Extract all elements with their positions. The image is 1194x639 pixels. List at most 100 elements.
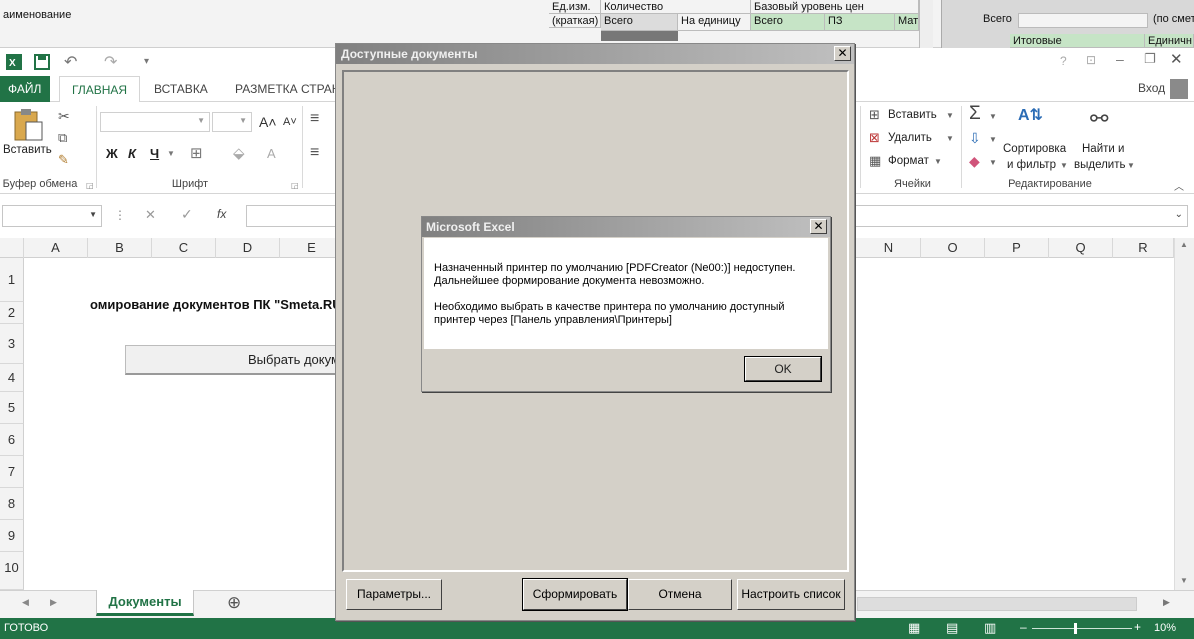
row-header-3[interactable]: 3 xyxy=(0,324,24,364)
format-dropdown-icon[interactable]: ▼ xyxy=(934,157,942,166)
clear-icon[interactable]: ◆ xyxy=(969,153,980,170)
sign-in-link[interactable]: Вход xyxy=(1138,81,1165,95)
column-header-a[interactable]: A xyxy=(24,238,88,258)
font-name-dropdown[interactable]: ▼ xyxy=(100,112,210,132)
sort-filter-icon[interactable]: A⇅ xyxy=(1018,105,1043,125)
paste-icon[interactable] xyxy=(12,108,44,142)
row-header-7[interactable]: 7 xyxy=(0,456,24,488)
add-sheet-icon[interactable]: ⊕ xyxy=(227,593,241,613)
row-header-9[interactable]: 9 xyxy=(0,520,24,552)
clipboard-launcher-icon[interactable]: ◲ xyxy=(86,181,94,190)
row-header-8[interactable]: 8 xyxy=(0,488,24,520)
format-cells-button[interactable]: Формат xyxy=(888,155,929,167)
underline-dropdown-icon[interactable]: ▼ xyxy=(167,149,175,158)
autosum-dropdown-icon[interactable]: ▼ xyxy=(989,112,997,121)
ok-button[interactable]: OK xyxy=(744,356,822,382)
prev-sheet-icon[interactable]: ◀ xyxy=(22,597,29,608)
find-select-line2[interactable]: выделить xyxy=(1074,159,1126,171)
generate-button[interactable]: Сформировать xyxy=(522,578,628,611)
sort-filter-line2[interactable]: и фильтр xyxy=(1007,159,1056,171)
column-header-p[interactable]: P xyxy=(985,238,1049,258)
zoom-slider[interactable] xyxy=(1032,628,1132,629)
format-cells-icon[interactable]: ▦ xyxy=(869,153,881,169)
grow-font-icon[interactable]: A˄ xyxy=(259,114,277,130)
column-header-d[interactable]: D xyxy=(216,238,280,258)
font-color-icon[interactable]: A xyxy=(267,146,276,161)
fill-color-icon[interactable]: ⬙ xyxy=(233,144,245,162)
avatar[interactable] xyxy=(1170,79,1188,99)
row-header-5[interactable]: 5 xyxy=(0,392,24,424)
scroll-right-icon[interactable]: ▶ xyxy=(1163,597,1170,608)
row-header-10[interactable]: 10 xyxy=(0,552,24,590)
dialog-close-button[interactable]: ✕ xyxy=(834,46,851,61)
autosum-icon[interactable]: Σ xyxy=(969,103,981,125)
ribbon-display-icon[interactable]: ⊡ xyxy=(1086,53,1096,67)
copy-icon[interactable]: ⧉ xyxy=(58,130,67,146)
undo-icon[interactable]: ↶ xyxy=(64,52,77,72)
close-window-icon[interactable]: ✕ xyxy=(1170,50,1183,68)
align-left-icon[interactable]: ≡ xyxy=(310,144,319,162)
sort-dropdown-icon[interactable]: ▼ xyxy=(1060,161,1068,170)
column-header-r[interactable]: R xyxy=(1113,238,1174,258)
cancel-button[interactable]: Отмена xyxy=(628,579,732,610)
message-box-close-button[interactable]: ✕ xyxy=(810,219,827,234)
insert-cells-button[interactable]: Вставить xyxy=(888,109,937,121)
find-select-icon[interactable]: ⚯ xyxy=(1090,106,1108,132)
column-header-c[interactable]: C xyxy=(152,238,216,258)
zoom-slider-thumb[interactable] xyxy=(1074,623,1077,634)
row-header-6[interactable]: 6 xyxy=(0,424,24,456)
cut-icon[interactable]: ✂ xyxy=(58,108,70,125)
fill-icon[interactable]: ⇩ xyxy=(969,130,981,147)
row-header-2[interactable]: 2 xyxy=(0,302,24,324)
tab-insert[interactable]: ВСТАВКА xyxy=(142,76,220,102)
zoom-out-icon[interactable]: – xyxy=(1020,620,1027,634)
maximize-icon[interactable]: ❐ xyxy=(1144,51,1156,67)
paste-button[interactable]: Вставить xyxy=(3,144,52,156)
parameters-button[interactable]: Параметры... xyxy=(346,579,442,610)
column-header-n[interactable]: N xyxy=(857,238,921,258)
minimize-icon[interactable]: – xyxy=(1116,51,1124,67)
tab-page-layout[interactable]: РАЗМЕТКА СТРАН xyxy=(223,76,352,102)
font-size-dropdown[interactable]: ▼ xyxy=(212,112,252,132)
zoom-in-icon[interactable]: + xyxy=(1134,620,1141,634)
tab-file[interactable]: ФАЙЛ xyxy=(0,76,50,102)
zoom-level[interactable]: 10% xyxy=(1154,622,1176,634)
insert-function-icon[interactable]: fx xyxy=(217,207,226,221)
formula-options-icon[interactable]: ⋮ xyxy=(114,208,126,222)
help-icon[interactable]: ? xyxy=(1060,54,1067,68)
column-header-q[interactable]: Q xyxy=(1049,238,1113,258)
configure-list-button[interactable]: Настроить список xyxy=(737,579,845,610)
page-break-view-icon[interactable]: ▥ xyxy=(984,620,996,636)
customize-toolbar-icon[interactable]: ▾ xyxy=(144,56,149,67)
find-select-line1[interactable]: Найти и xyxy=(1082,143,1124,155)
column-header-o[interactable]: O xyxy=(921,238,985,258)
column-header-b[interactable]: B xyxy=(88,238,152,258)
delete-cells-icon[interactable]: ⊠ xyxy=(869,130,880,146)
bold-button[interactable]: Ж xyxy=(106,146,118,161)
format-painter-icon[interactable]: ✎ xyxy=(58,152,69,168)
scroll-up-icon[interactable]: ▲ xyxy=(1180,240,1188,249)
sort-filter-line1[interactable]: Сортировка xyxy=(1003,143,1066,155)
fill-dropdown-icon[interactable]: ▼ xyxy=(989,135,997,144)
scroll-down-icon[interactable]: ▼ xyxy=(1180,576,1188,585)
delete-cells-button[interactable]: Удалить xyxy=(888,132,932,144)
sheet-tab-documents[interactable]: Документы xyxy=(96,590,194,616)
bg-scrollbar[interactable] xyxy=(919,0,933,48)
name-box[interactable]: ▼ xyxy=(2,205,102,227)
clear-dropdown-icon[interactable]: ▼ xyxy=(989,158,997,167)
collapse-ribbon-icon[interactable]: ︿ xyxy=(1174,178,1184,193)
delete-dropdown-icon[interactable]: ▼ xyxy=(946,134,954,143)
normal-view-icon[interactable]: ▦ xyxy=(908,620,920,636)
align-top-icon[interactable]: ≡ xyxy=(310,110,319,128)
insert-dropdown-icon[interactable]: ▼ xyxy=(946,111,954,120)
borders-icon[interactable]: ⊞ xyxy=(190,144,203,162)
row-header-4[interactable]: 4 xyxy=(0,364,24,392)
italic-button[interactable]: К xyxy=(128,146,136,161)
select-documents-button[interactable]: Выбрать докум xyxy=(125,345,345,375)
redo-icon[interactable]: ↷ xyxy=(104,52,117,72)
font-launcher-icon[interactable]: ◲ xyxy=(291,181,299,190)
page-layout-view-icon[interactable]: ▤ xyxy=(946,620,958,636)
tab-home[interactable]: ГЛАВНАЯ xyxy=(59,76,141,103)
vertical-scrollbar[interactable]: ▲ ▼ xyxy=(1174,238,1194,590)
next-sheet-icon[interactable]: ▶ xyxy=(50,597,57,608)
